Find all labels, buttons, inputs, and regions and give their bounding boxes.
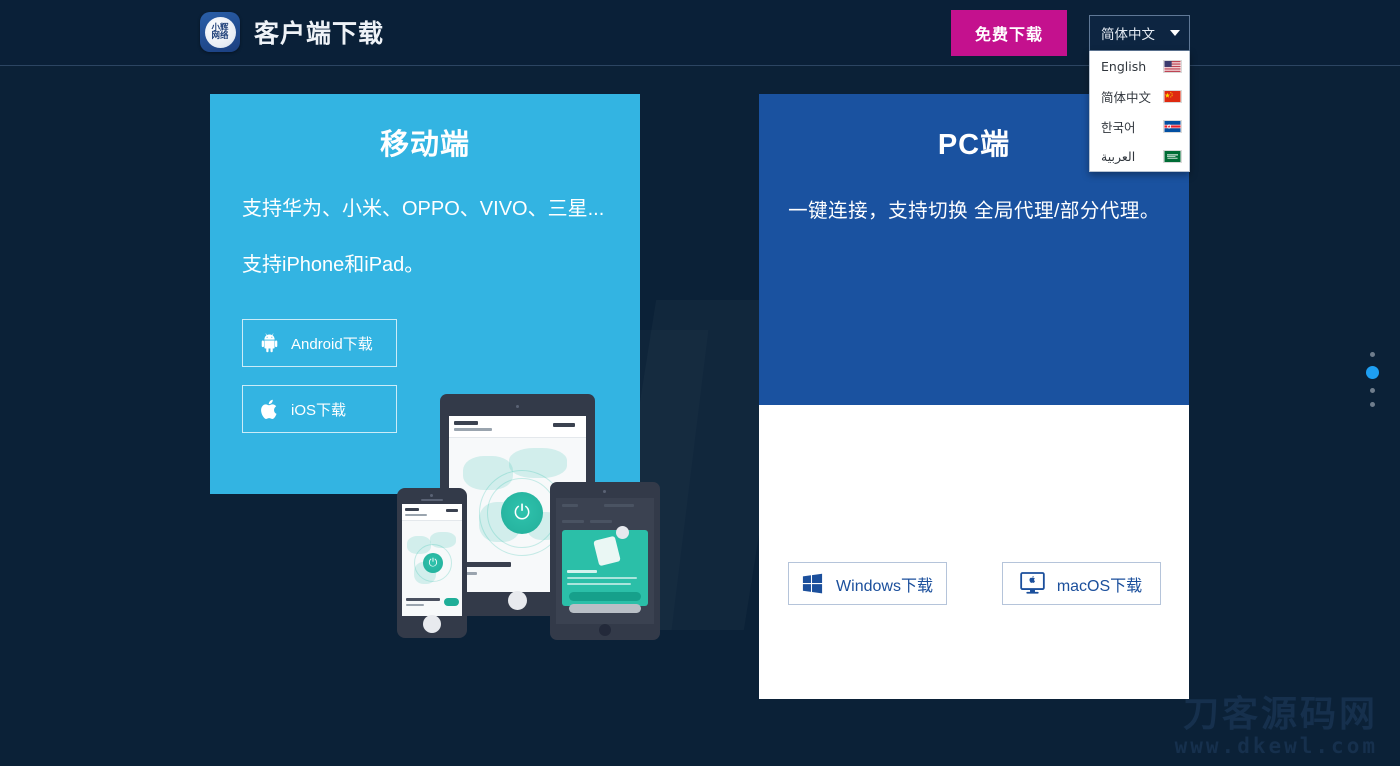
pc-card-subtitle: 一键连接，支持切换 全局代理/部分代理。 xyxy=(788,200,1160,222)
logo-inner-circle: 小辉 网络 xyxy=(204,16,236,48)
phone-screen: ⏻ xyxy=(402,504,462,616)
mobile-card-line2: 支持iPhone和iPad。 xyxy=(242,254,425,276)
carousel-dot-2[interactable] xyxy=(1366,366,1379,379)
language-option-simplified-chinese[interactable]: 简体中文 xyxy=(1090,81,1189,111)
tablet-right-camera-icon xyxy=(603,490,606,493)
carousel-dot-1[interactable] xyxy=(1370,352,1375,357)
phone-screen-topbar xyxy=(402,504,462,521)
pc-download-buttons: Windows下载 macOS下载 xyxy=(759,562,1189,605)
ios-download-label: iOS下载 xyxy=(291,401,347,419)
carousel-dot-3[interactable] xyxy=(1370,388,1375,393)
brand: 小辉 网络 客户端下载 xyxy=(200,12,384,52)
sa-flag-icon xyxy=(1163,149,1182,163)
free-download-button[interactable]: 免费下载 xyxy=(950,10,1067,56)
tablet-right-mockup xyxy=(550,482,660,640)
phone-home-button xyxy=(423,615,441,633)
carousel-dot-4[interactable] xyxy=(1370,402,1375,407)
android-download-button[interactable]: Android下载 xyxy=(242,319,397,367)
language-option-label: 简体中文 xyxy=(1101,89,1152,105)
kr-flag-icon xyxy=(1163,119,1182,133)
pc-download-card: PC端 一键连接，支持切换 全局代理/部分代理。 侠跳墙 xyxy=(759,94,1189,699)
language-selected-label: 简体中文 xyxy=(1101,27,1155,42)
language-dropdown-menu[interactable]: English 简体中文 한국어 العربية xyxy=(1089,51,1190,172)
tablet-screen-topbar xyxy=(449,416,586,438)
macos-download-button[interactable]: macOS下载 xyxy=(1001,562,1161,605)
ios-download-button[interactable]: iOS下载 xyxy=(242,385,397,433)
language-option-korean[interactable]: 한국어 xyxy=(1090,111,1189,141)
phone-power-icon: ⏻ xyxy=(423,553,443,573)
windows-icon xyxy=(802,573,823,594)
site-logo-icon: 小辉 网络 xyxy=(200,12,240,52)
tablet-power-icon: ⏻ xyxy=(501,492,543,534)
cn-flag-icon xyxy=(1163,89,1182,103)
language-option-label: English xyxy=(1101,58,1147,74)
tablet-right-screen xyxy=(556,498,654,624)
tablet-right-home-button xyxy=(599,624,611,636)
page-header: 小辉 网络 客户端下载 免费下载 简体中文 English 简体中文 한국어 ا… xyxy=(0,0,1400,172)
imac-apple-icon xyxy=(1020,572,1045,594)
mobile-card-title: 移动端 xyxy=(379,129,470,161)
logo-text-bottom: 网络 xyxy=(211,31,229,41)
language-option-arabic[interactable]: العربية xyxy=(1090,141,1189,171)
watermark-chinese: 刀客源码网 xyxy=(1182,694,1378,736)
carousel-pager[interactable] xyxy=(1366,352,1379,407)
chevron-down-icon xyxy=(1170,30,1180,36)
language-option-label: العربية xyxy=(1101,148,1136,164)
macos-download-label: macOS下载 xyxy=(1056,577,1143,595)
tablet-camera-icon xyxy=(516,405,519,408)
windows-download-button[interactable]: Windows下载 xyxy=(787,562,947,605)
android-download-label: Android下载 xyxy=(291,335,373,353)
language-select-trigger[interactable]: 简体中文 xyxy=(1089,15,1190,51)
header-actions: 免费下载 简体中文 English 简体中文 한국어 العربية xyxy=(950,0,1190,172)
mobile-card-line1: 支持华为、小米、OPPO、VIVO、三星... xyxy=(242,198,605,220)
phone-mockup: ⏻ xyxy=(397,488,467,638)
apple-icon xyxy=(261,399,277,419)
watermark: 刀客源码网 www.dkewl.com xyxy=(1175,696,1378,758)
windows-download-label: Windows下载 xyxy=(836,577,933,595)
android-icon xyxy=(261,332,278,352)
tablet-home-button xyxy=(508,591,527,610)
close-icon xyxy=(616,526,629,539)
mobile-devices-illustration: ⏻ ⏻ xyxy=(395,388,680,648)
language-option-english[interactable]: English xyxy=(1090,51,1189,81)
us-flag-icon xyxy=(1163,59,1182,73)
language-switcher[interactable]: 简体中文 English 简体中文 한국어 العربية xyxy=(1089,15,1190,172)
watermark-url: www.dkewl.com xyxy=(1174,734,1378,758)
phone-camera-icon xyxy=(430,494,433,497)
page-title: 客户端下载 xyxy=(254,20,385,48)
language-option-label: 한국어 xyxy=(1101,119,1136,135)
